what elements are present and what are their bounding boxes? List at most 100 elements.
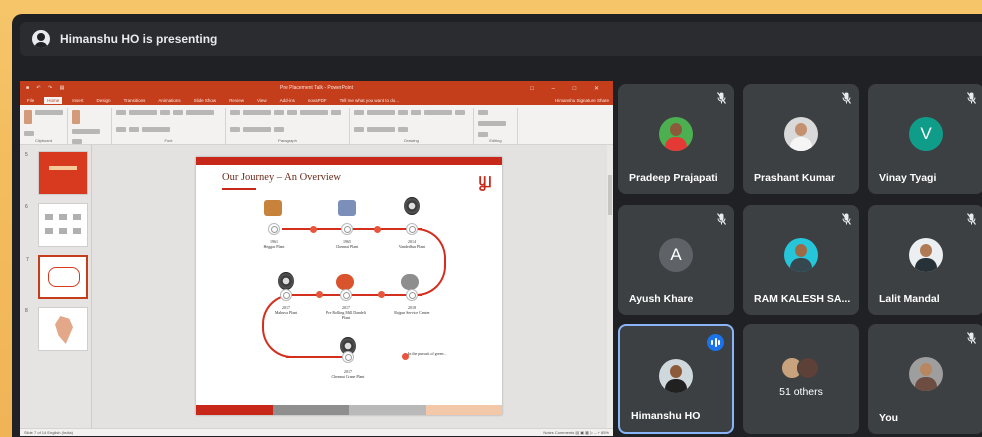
slide-thumbnail[interactable]: 7: [26, 255, 88, 299]
ribbon-button-icon[interactable]: [354, 110, 364, 115]
ribbon-button-icon[interactable]: [160, 110, 170, 115]
slide-number: 5: [25, 152, 28, 158]
ppt-tab[interactable]: Home: [44, 96, 63, 104]
ribbon-group: Editing: [478, 108, 518, 144]
ribbon-button-icon[interactable]: [424, 110, 452, 115]
slide-canvas: Our Journey – An Overview ௶ 1961 Heggar …: [92, 145, 613, 428]
avatar: [797, 357, 819, 379]
ribbon-button-icon[interactable]: [230, 126, 240, 132]
ribbon-button-icon[interactable]: [72, 129, 100, 134]
vertical-scrollbar[interactable]: [607, 145, 613, 428]
ppt-tab[interactable]: File: [24, 97, 37, 104]
avatar: [784, 117, 818, 151]
ribbon-button-icon[interactable]: [287, 110, 297, 115]
avatar-head: [670, 365, 682, 378]
ribbon-button-icon[interactable]: [173, 110, 183, 115]
ribbon-button-icon[interactable]: [478, 121, 506, 126]
ribbon-button-icon[interactable]: [116, 110, 126, 115]
ribbon-button-icon[interactable]: [367, 126, 395, 132]
slide-thumbnail[interactable]: 6: [25, 203, 88, 247]
milestone-label: 1965 Chennai Plant: [335, 239, 359, 249]
participant-tile[interactable]: Lalit Mandal: [868, 205, 982, 315]
participant-tile[interactable]: You: [868, 324, 982, 434]
ribbon-button-icon[interactable]: [24, 131, 34, 136]
ppt-tab[interactable]: Animations: [155, 97, 183, 104]
ribbon-group-label: Font: [164, 138, 173, 143]
ppt-tab[interactable]: Tell me what you want to do...: [337, 97, 402, 104]
ppt-tab[interactable]: Insert: [69, 97, 86, 104]
avatar: V: [909, 117, 943, 151]
ppt-tab[interactable]: Design: [94, 97, 114, 104]
ribbon-button-icon[interactable]: [274, 110, 284, 115]
ribbon-button-icon[interactable]: [398, 126, 408, 132]
milestone-label: 2014 Vandedhur Plant: [398, 239, 426, 249]
slide-thumbnail[interactable]: 5: [25, 151, 88, 195]
ribbon-group-label: Editing: [489, 138, 502, 143]
slide-number: 7: [26, 257, 29, 263]
participant-tile[interactable]: Prashant Kumar: [743, 84, 859, 194]
avatar: A: [659, 238, 693, 272]
timeline-line: [282, 294, 422, 296]
avatar-head: [670, 123, 682, 136]
participant-tile[interactable]: Pradeep Prajapati: [618, 84, 734, 194]
ribbon-button-icon[interactable]: [129, 126, 139, 132]
ribbon-group: Slides: [72, 108, 112, 149]
participant-tile[interactable]: V Vinay Tyagi: [868, 84, 982, 194]
ppt-tab[interactable]: Transitions: [121, 97, 149, 104]
ribbon-button-icon[interactable]: [129, 110, 157, 115]
status-right: Notes Comments ▤ ▣ ▦ ▷ – + 85%: [543, 430, 609, 435]
ribbon-button-icon[interactable]: [24, 110, 32, 124]
ribbon-button-icon[interactable]: [230, 110, 240, 115]
slide-thumbnail[interactable]: 8: [25, 307, 88, 351]
ribbon-button-icon[interactable]: [116, 126, 126, 132]
participant-name: Ayush Khare: [629, 293, 694, 305]
ribbon-button-icon[interactable]: [243, 126, 271, 132]
milestone-node: [341, 223, 353, 235]
avatar-head: [795, 123, 807, 136]
ribbon-button-icon[interactable]: [274, 126, 284, 132]
ribbon-button-icon[interactable]: [300, 110, 328, 115]
ribbon-button-icon[interactable]: [398, 110, 408, 115]
ribbon-button-icon[interactable]: [478, 132, 488, 137]
ppt-tab[interactable]: View: [254, 97, 270, 104]
ribbon-button-icon[interactable]: [411, 110, 421, 115]
ppt-user: Himanshu Signature Share: [554, 97, 609, 103]
mic-off-icon: [842, 92, 851, 104]
ribbon-button-icon[interactable]: [72, 110, 80, 124]
ribbon-group: Font: [116, 108, 226, 144]
ribbon-button-icon[interactable]: [243, 110, 271, 115]
avatar: [909, 357, 943, 391]
participant-tile[interactable]: A Ayush Khare: [618, 205, 734, 315]
participant-tile[interactable]: Himanshu HO: [618, 324, 734, 434]
avatar-body: [790, 137, 812, 151]
audio-bar: [714, 338, 717, 347]
ribbon-button-icon[interactable]: [455, 110, 465, 115]
slide-number: 8: [25, 308, 28, 314]
plant-image: [338, 200, 356, 216]
slide-title-underline: [222, 188, 256, 190]
ribbon-button-icon[interactable]: [354, 126, 364, 132]
thumbnail-graphic: [73, 214, 81, 220]
ribbon-button-icon[interactable]: [478, 110, 488, 115]
thumbnail-graphic: [55, 316, 73, 344]
ribbon-button-icon[interactable]: [35, 110, 63, 115]
ppt-tab[interactable]: Add-ins: [277, 97, 298, 104]
avatar-head: [795, 244, 807, 257]
company-logo: ௶: [478, 169, 492, 189]
participant-tile[interactable]: RAM KALESH SA...: [743, 205, 859, 315]
tyre-image: [404, 197, 420, 215]
ppt-tab[interactable]: novaPDF: [305, 97, 330, 104]
timeline-dot: [316, 291, 323, 298]
milestone-node: [406, 289, 418, 301]
presenter-text: Himanshu HO is presenting: [60, 32, 218, 46]
timeline-dot: [310, 226, 317, 233]
ppt-tab[interactable]: Slide Show: [191, 97, 220, 104]
participant-name: Vinay Tyagi: [879, 172, 937, 184]
ribbon-button-icon[interactable]: [186, 110, 214, 115]
ribbon-button-icon[interactable]: [142, 126, 170, 132]
ribbon-button-icon[interactable]: [367, 110, 395, 115]
ribbon-button-icon[interactable]: [331, 110, 341, 115]
ppt-tab[interactable]: Review: [226, 97, 247, 104]
participant-tile[interactable]: 51 others: [743, 324, 859, 434]
milestone-node: [342, 351, 354, 363]
